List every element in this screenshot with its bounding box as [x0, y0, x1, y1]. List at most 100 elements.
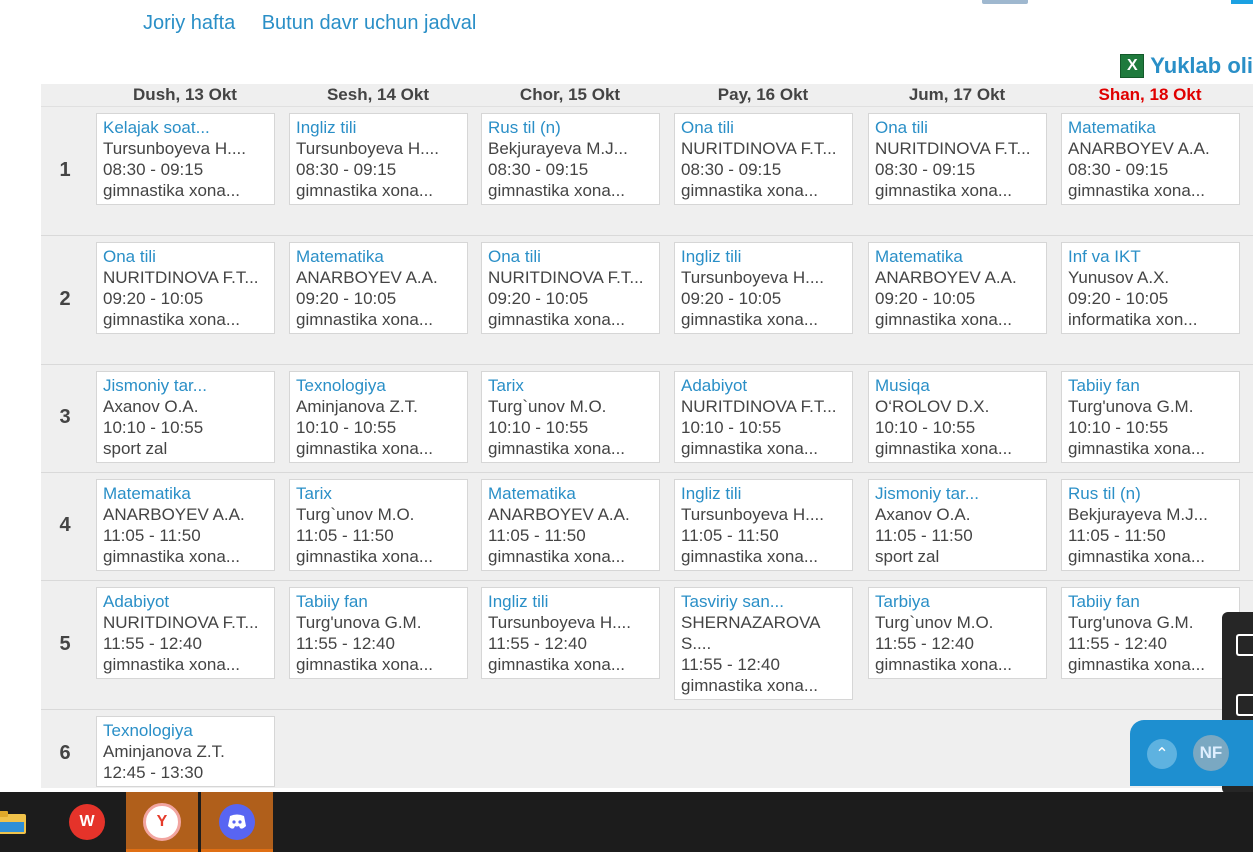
lesson-subject[interactable]: Adabiyot	[103, 591, 268, 612]
lesson-teacher: Turg'unova G.M.	[1068, 613, 1194, 632]
window-control-hint	[982, 0, 1028, 4]
lesson-subject[interactable]: Inf va IKT	[1068, 246, 1233, 267]
lesson-subject[interactable]: Musiqa	[875, 375, 1040, 396]
file-explorer-icon[interactable]	[0, 792, 30, 852]
lesson-subject[interactable]: Ingliz tili	[488, 591, 653, 612]
wps-office-icon[interactable]: W	[51, 792, 123, 852]
lesson-subject[interactable]: Adabiyot	[681, 375, 846, 396]
lesson-subject[interactable]: Rus til (n)	[1068, 483, 1233, 504]
lesson-number: 3	[59, 406, 71, 428]
yandex-browser-icon[interactable]: Y	[126, 792, 198, 852]
lesson-card[interactable]: Ona tili NURITDINOVA F.T... 08:30 - 09:15 g…	[674, 113, 853, 205]
day-header: Sesh, 14 Okt	[326, 85, 430, 104]
lesson-card[interactable]: Matematika ANARBOYEV A.A. 09:20 - 10:05 gim…	[868, 242, 1047, 334]
lesson-subject[interactable]: Tabiiy fan	[296, 591, 461, 612]
lesson-card[interactable]: Ona tili NURITDINOVA F.T... 08:30 - 09:15 g…	[868, 113, 1047, 205]
lesson-card[interactable]: Ingliz tili Tursunboyeva H.... 08:30 - 09:…	[289, 113, 468, 205]
lesson-subject[interactable]: Matematika	[103, 483, 268, 504]
lesson-card[interactable]: Ingliz tili Tursunboyeva H.... 11:05 - 11:…	[674, 479, 853, 571]
lesson-card[interactable]: Musiqa O‘ROLOV D.X. 10:10 - 10:55 gimnastik…	[868, 371, 1047, 463]
lesson-subject[interactable]: Tasviriy san...	[681, 591, 846, 612]
lesson-card[interactable]: Matematika ANARBOYEV A.A. 09:20 - 10:05 gim…	[289, 242, 468, 334]
lesson-teacher: NURITDINOVA F.T...	[103, 268, 259, 287]
lesson-card[interactable]: Jismoniy tar... Axanov O.A. 11:05 - 11:50 s…	[868, 479, 1047, 571]
lesson-subject[interactable]: Jismoniy tar...	[875, 483, 1040, 504]
lesson-subject[interactable]: Matematika	[296, 246, 461, 267]
tab-current-week[interactable]: Joriy hafta	[143, 12, 235, 34]
lesson-card[interactable]: Tabiiy fan Turg'unova G.M. 11:55 - 12:40 gi…	[1061, 587, 1240, 679]
lesson-card[interactable]: Jismoniy tar... Axanov O.A. 10:10 - 10:55 s…	[96, 371, 275, 463]
lesson-subject[interactable]: Texnologiya	[296, 375, 461, 396]
lesson-card[interactable]: Adabiyot NURITDINOVA F.T... 11:55 - 12:40 g…	[96, 587, 275, 679]
lesson-room: gimnastika xona...	[875, 181, 1013, 200]
lesson-teacher: NURITDINOVA F.T...	[681, 397, 837, 416]
avatar[interactable]: NF	[1193, 735, 1229, 771]
lesson-subject[interactable]: Ona tili	[488, 246, 653, 267]
lesson-time: 11:55 - 12:40	[875, 634, 974, 653]
lesson-subject[interactable]: Matematika	[488, 483, 653, 504]
shield-icon[interactable]	[1236, 634, 1253, 656]
lesson-subject[interactable]: Texnologiya	[103, 720, 268, 741]
lesson-card[interactable]: Kelajak soat... Tursunboyeva H.... 08:30 -…	[96, 113, 275, 205]
lesson-card[interactable]: Matematika ANARBOYEV A.A. 11:05 - 11:50 gim…	[96, 479, 275, 571]
lesson-card[interactable]: Tabiiy fan Turg'unova G.M. 10:10 - 10:55 gi…	[1061, 371, 1240, 463]
lesson-subject[interactable]: Rus til (n)	[488, 117, 653, 138]
lesson-card[interactable]: Tarix Turg`unov M.O. 11:05 - 11:50 gimnasti…	[289, 479, 468, 571]
lesson-card[interactable]: Ona tili NURITDINOVA F.T... 09:20 - 10:05 g…	[481, 242, 660, 334]
lesson-card[interactable]: Tabiiy fan Turg'unova G.M. 11:55 - 12:40 gi…	[289, 587, 468, 679]
lesson-subject[interactable]: Matematika	[875, 246, 1040, 267]
lesson-subject[interactable]: Tarbiya	[875, 591, 1040, 612]
lesson-subject[interactable]: Ingliz tili	[681, 246, 846, 267]
chat-widget[interactable]: ⌃ NF	[1130, 720, 1253, 786]
lesson-card[interactable]: Rus til (n) Bekjurayeva M.J... 08:30 - 09:…	[481, 113, 660, 205]
lesson-card[interactable]: Ona tili NURITDINOVA F.T... 09:20 - 10:05 g…	[96, 242, 275, 334]
discord-icon[interactable]	[201, 792, 273, 852]
lesson-subject[interactable]: Tabiiy fan	[1068, 375, 1233, 396]
lesson-card[interactable]: Ingliz tili Tursunboyeva H.... 09:20 - 10:…	[674, 242, 853, 334]
timetable-row: 4 Matematika ANARBOYEV A.A. 11:05 - 11:50 gi…	[41, 472, 1253, 581]
lesson-card[interactable]: Inf va IKT Yunusov A.X. 09:20 - 10:05 infor…	[1061, 242, 1240, 334]
chevron-up-icon[interactable]: ⌃	[1147, 739, 1177, 769]
lesson-teacher: Turg`unov M.O.	[296, 505, 415, 524]
lesson-teacher: SHERNAZAROVA S....	[681, 613, 820, 653]
lesson-time: 12:45 - 13:30	[103, 763, 204, 782]
lesson-time: 11:05 - 11:50	[488, 526, 586, 545]
volume-icon[interactable]	[1236, 694, 1253, 716]
lesson-room: gimnastika xona...	[681, 181, 819, 200]
lesson-teacher: Tursunboyeva H....	[103, 139, 246, 158]
download-link[interactable]: X Yuklab oli	[1120, 53, 1253, 79]
lesson-card[interactable]: Matematika ANARBOYEV A.A. 11:05 - 11:50 gim…	[481, 479, 660, 571]
lesson-card[interactable]: Tarix Turg`unov M.O. 10:10 - 10:55 gimnasti…	[481, 371, 660, 463]
lesson-time: 11:05 - 11:50	[296, 526, 394, 545]
lesson-teacher: Tursunboyeva H....	[681, 505, 824, 524]
lesson-card[interactable]: Texnologiya Aminjanova Z.T. 12:45 - 13:30	[96, 716, 275, 787]
lesson-subject[interactable]: Tarix	[488, 375, 653, 396]
lesson-subject[interactable]: Matematika	[1068, 117, 1233, 138]
lesson-subject[interactable]: Ona tili	[681, 117, 846, 138]
lesson-subject[interactable]: Ona tili	[875, 117, 1040, 138]
lesson-card[interactable]: Ingliz tili Tursunboyeva H.... 11:55 - 12:…	[481, 587, 660, 679]
lesson-teacher: Bekjurayeva M.J...	[1068, 505, 1208, 524]
lesson-room: gimnastika xona...	[488, 181, 626, 200]
lesson-teacher: Axanov O.A.	[103, 397, 199, 416]
lesson-card[interactable]: Adabiyot NURITDINOVA F.T... 10:10 - 10:55 g…	[674, 371, 853, 463]
lesson-subject[interactable]: Tarix	[296, 483, 461, 504]
lesson-subject[interactable]: Ona tili	[103, 246, 268, 267]
lesson-number: 2	[59, 287, 71, 310]
lesson-subject[interactable]: Ingliz tili	[681, 483, 846, 504]
lesson-card[interactable]: Texnologiya Aminjanova Z.T. 10:10 - 10:55 g…	[289, 371, 468, 463]
lesson-teacher: Turg`unov M.O.	[488, 397, 607, 416]
lesson-subject[interactable]: Kelajak soat...	[103, 117, 268, 138]
lesson-time: 09:20 - 10:05	[875, 289, 976, 308]
lesson-time: 11:55 - 12:40	[1068, 634, 1167, 653]
lesson-card[interactable]: Matematika ANARBOYEV A.A. 08:30 - 09:15 gim…	[1061, 113, 1240, 205]
lesson-subject[interactable]: Tabiiy fan	[1068, 591, 1233, 612]
lesson-subject[interactable]: Ingliz tili	[296, 117, 461, 138]
lesson-subject[interactable]: Jismoniy tar...	[103, 375, 268, 396]
lesson-time: 08:30 - 09:15	[681, 160, 782, 179]
lesson-card[interactable]: Tarbiya Turg`unov M.O. 11:55 - 12:40 gimnas…	[868, 587, 1047, 679]
lesson-card[interactable]: Tasviriy san... SHERNAZAROVA S.... 11:55 -…	[674, 587, 853, 700]
tab-all-period[interactable]: Butun davr uchun jadval	[262, 12, 477, 34]
lesson-card[interactable]: Rus til (n) Bekjurayeva M.J... 11:05 - 11:…	[1061, 479, 1240, 571]
lesson-time: 11:05 - 11:50	[1068, 526, 1166, 545]
